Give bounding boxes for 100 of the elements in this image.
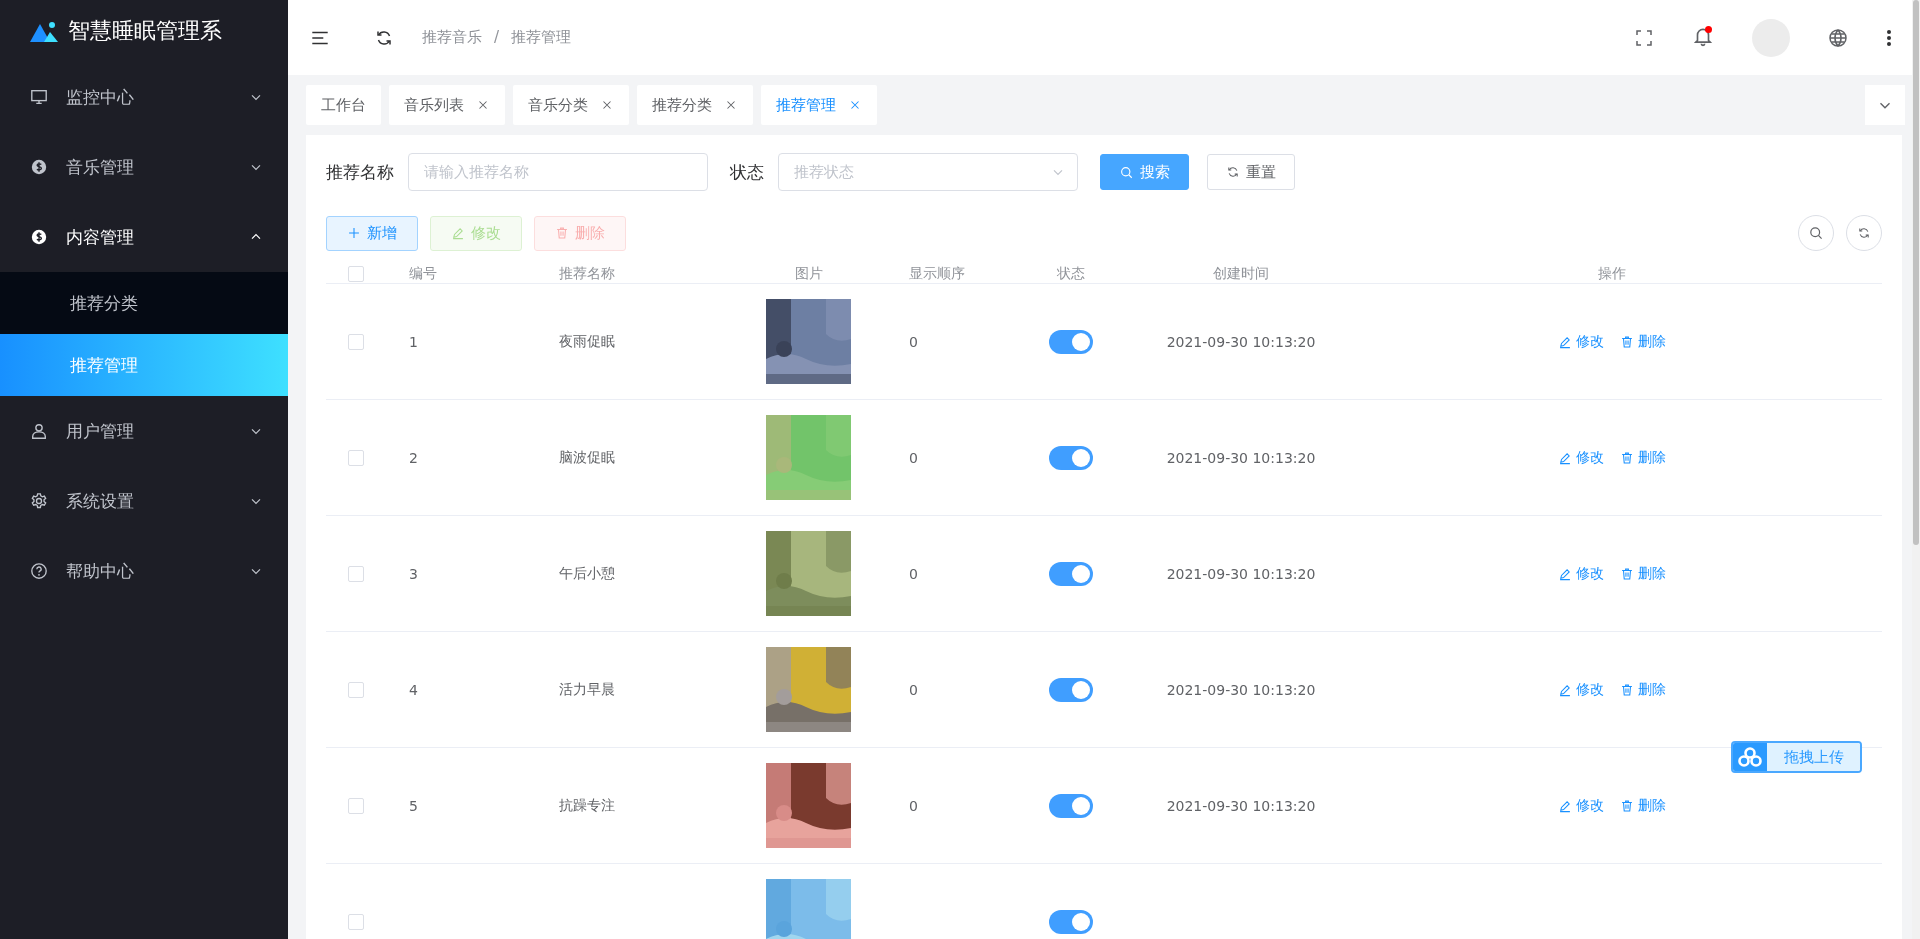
tab[interactable]: 推荐分类 bbox=[637, 85, 753, 125]
table-cell: 2 bbox=[409, 449, 418, 466]
select-field[interactable]: 推荐状态 bbox=[778, 153, 1078, 191]
coin-icon bbox=[30, 228, 48, 246]
delete-link[interactable]: 删除 bbox=[1619, 448, 1666, 467]
add-button[interactable]: 新增 bbox=[326, 215, 418, 251]
pencil-icon bbox=[451, 226, 465, 240]
breadcrumb-item[interactable]: 推荐管理 bbox=[511, 28, 572, 47]
refresh-icon bbox=[1857, 226, 1871, 240]
pencil-icon bbox=[1557, 798, 1572, 813]
sidebar-item[interactable]: 音乐管理 bbox=[0, 132, 288, 202]
refresh-icon bbox=[1226, 165, 1240, 179]
table-cell: 2021-09-30 10:13:20 bbox=[1166, 333, 1316, 350]
table-cell: 2021-09-30 10:13:20 bbox=[1166, 449, 1316, 466]
delete-link[interactable]: 删除 bbox=[1619, 332, 1666, 351]
search-icon bbox=[1808, 225, 1824, 241]
tab[interactable]: 音乐列表 bbox=[389, 85, 505, 125]
status-switch[interactable] bbox=[1049, 445, 1093, 470]
table-cell: 夜雨促眠 bbox=[559, 332, 615, 349]
tab[interactable]: 工作台 bbox=[306, 85, 381, 125]
trash-icon bbox=[1619, 798, 1634, 813]
column-header: 推荐名称 bbox=[559, 265, 615, 281]
status-switch[interactable] bbox=[1049, 909, 1093, 934]
sidebar-item[interactable]: 帮助中心 bbox=[0, 536, 288, 606]
status-switch[interactable] bbox=[1049, 677, 1093, 702]
status-switch[interactable] bbox=[1049, 329, 1093, 354]
table-cell: 5 bbox=[409, 797, 418, 814]
tab[interactable]: 音乐分类 bbox=[513, 85, 629, 125]
column-header: 状态 bbox=[1057, 265, 1085, 283]
table-cell: 活力早晨 bbox=[559, 680, 615, 697]
cloud-icon bbox=[1738, 747, 1762, 767]
table-cell: 0 bbox=[909, 565, 918, 582]
row-checkbox[interactable] bbox=[348, 681, 364, 698]
column-header: 显示顺序 bbox=[909, 265, 965, 281]
sidebar-item[interactable]: 内容管理 bbox=[0, 202, 288, 272]
table-cell: 脑波促眠 bbox=[559, 448, 615, 465]
help-icon bbox=[30, 562, 48, 580]
sidebar-item[interactable]: 用户管理 bbox=[0, 396, 288, 466]
row-checkbox[interactable] bbox=[348, 913, 364, 930]
table-cell: 1 bbox=[409, 333, 418, 350]
upload-widget[interactable]: 拖拽上传 bbox=[1731, 741, 1862, 773]
mountain-logo-icon bbox=[30, 20, 58, 42]
column-header: 编号 bbox=[409, 265, 437, 281]
trash-icon bbox=[1619, 450, 1634, 465]
status-switch[interactable] bbox=[1049, 793, 1093, 818]
person-icon bbox=[30, 422, 48, 440]
trash-icon bbox=[1619, 566, 1634, 581]
search-button[interactable]: 搜索 bbox=[1100, 154, 1189, 190]
plus-icon bbox=[347, 226, 361, 240]
row-checkbox[interactable] bbox=[348, 565, 364, 582]
trash-icon bbox=[555, 226, 569, 240]
table-cell: 3 bbox=[409, 565, 418, 582]
table-cell: 2021-09-30 10:13:20 bbox=[1166, 681, 1316, 698]
breadcrumb-item[interactable]: 推荐音乐 bbox=[422, 28, 482, 47]
pencil-icon bbox=[1557, 334, 1572, 349]
status-switch[interactable] bbox=[1049, 561, 1093, 586]
edit-link[interactable]: 修改 bbox=[1557, 448, 1604, 467]
table-cell: 0 bbox=[909, 449, 918, 466]
select-all-checkbox[interactable] bbox=[348, 266, 364, 282]
row-checkbox[interactable] bbox=[348, 797, 364, 814]
trash-icon bbox=[1619, 682, 1634, 697]
delete-link[interactable]: 删除 bbox=[1619, 564, 1666, 583]
more-icon[interactable] bbox=[1886, 28, 1892, 47]
table-cell: 2021-09-30 10:13:20 bbox=[1166, 797, 1316, 814]
pencil-icon bbox=[1557, 450, 1572, 465]
edit-link[interactable]: 修改 bbox=[1557, 796, 1604, 815]
trash-icon bbox=[1619, 334, 1634, 349]
table-cell: 0 bbox=[909, 333, 918, 350]
row-checkbox[interactable] bbox=[348, 333, 364, 350]
input-field[interactable]: 请输入推荐名称 bbox=[408, 153, 708, 191]
table-cell: 2021-09-30 10:13:20 bbox=[1166, 565, 1316, 582]
fullscreen-icon bbox=[1634, 27, 1654, 48]
row-checkbox[interactable] bbox=[348, 449, 364, 466]
coin-icon bbox=[30, 158, 48, 176]
edit-link[interactable]: 修改 bbox=[1557, 332, 1604, 351]
submenu-item[interactable]: 推荐管理 bbox=[0, 334, 288, 396]
table-cell: 0 bbox=[909, 797, 918, 814]
breadcrumb-separator: / bbox=[494, 28, 500, 47]
submenu-item[interactable]: 推荐分类 bbox=[0, 272, 288, 334]
pencil-icon bbox=[1557, 682, 1572, 697]
reset-button[interactable]: 重置 bbox=[1207, 154, 1295, 190]
table-cell: 0 bbox=[909, 681, 918, 698]
delete-link[interactable]: 删除 bbox=[1619, 680, 1666, 699]
edit-link[interactable]: 修改 bbox=[1557, 564, 1604, 583]
sidebar-item[interactable]: 监控中心 bbox=[0, 62, 288, 132]
app-title: 智慧睡眠管理系 bbox=[68, 17, 222, 45]
column-header: 操作 bbox=[1597, 265, 1626, 283]
delete-link[interactable]: 删除 bbox=[1619, 796, 1666, 815]
column-header: 创建时间 bbox=[1213, 265, 1269, 283]
table-cell: 4 bbox=[409, 681, 418, 698]
table-cell: 抗躁专注 bbox=[559, 796, 615, 813]
edit-link[interactable]: 修改 bbox=[1557, 680, 1604, 699]
sidebar-item[interactable]: 系统设置 bbox=[0, 466, 288, 536]
table-cell: 午后小憩 bbox=[559, 564, 615, 581]
scrollbar-thumb[interactable] bbox=[1913, 0, 1919, 545]
field-label: 推荐名称 bbox=[326, 160, 394, 184]
tab[interactable]: 推荐管理 bbox=[761, 85, 877, 125]
search-icon bbox=[1119, 164, 1134, 180]
field-label: 状态 bbox=[730, 160, 764, 184]
gear-icon bbox=[30, 492, 48, 510]
